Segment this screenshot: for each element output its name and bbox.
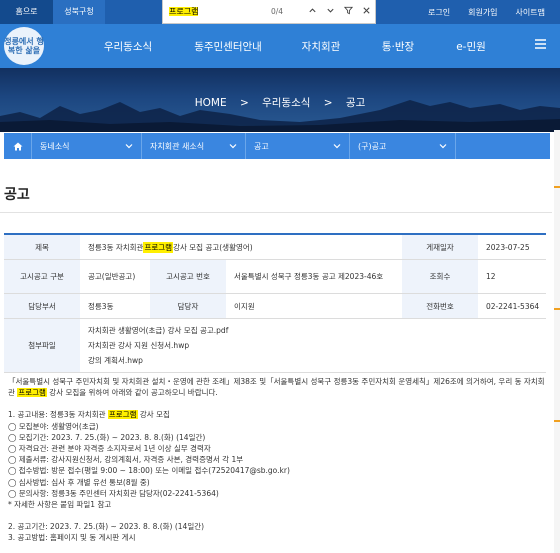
table-row: 담당부서 정릉3동 담당자 이지원 전화번호 02-2241-5364 xyxy=(4,294,546,319)
chevron-down-icon[interactable] xyxy=(326,6,335,18)
scrollbar[interactable] xyxy=(554,130,560,553)
officer: 이지원 xyxy=(234,301,255,311)
body-line: 「서울특별시 성북구 주민자치회 및 자치회관 설치・운영에 관한 조례」제38… xyxy=(8,377,545,386)
chevron-down-icon xyxy=(125,142,133,151)
close-icon[interactable] xyxy=(362,6,371,18)
district-office-link[interactable]: 성북구청 xyxy=(53,0,105,24)
table-row: 첨부파일 자치회관 생활영어(초급) 강사 모집 공고.pdf 자치회관 강사 … xyxy=(4,319,546,373)
body-line: ◯ 모집기간: 2023. 7. 25.(화) ~ 2023. 8. 8.(화)… xyxy=(8,432,206,442)
department: 정릉3동 xyxy=(88,301,114,311)
label-phone: 전화번호 xyxy=(402,294,478,318)
body-line: ◯ 접수방법: 방문 접수(평일 9:00 ~ 18:00) 또는 이메일 접수… xyxy=(8,466,290,476)
notice-category: 공고(일반공고) xyxy=(88,272,136,281)
body-line: ◯ 심사방법: 심사 후 개별 유선 통보(8월 중) xyxy=(8,477,150,487)
label-department: 담당부서 xyxy=(4,294,80,318)
subnav-dropdown-old-notice[interactable]: (구)공고 xyxy=(350,133,456,159)
filter-icon[interactable] xyxy=(343,6,354,18)
view-count: 12 xyxy=(486,272,496,281)
body-line: 1. 공고내용: 정릉3동 자치회관 프로그램 강사 모집 xyxy=(8,410,170,420)
gnb-tong-ban[interactable]: 통·반장 xyxy=(360,39,436,54)
district-logo[interactable]: 정릉에서 행복한 삶을 xyxy=(4,27,44,65)
label-title: 제목 xyxy=(4,235,80,259)
breadcrumb-current: 공고 xyxy=(345,97,366,109)
find-input[interactable]: 프로그램 xyxy=(169,6,199,17)
breadcrumb-home[interactable]: HOME xyxy=(195,97,227,109)
login-link[interactable]: 로그인 xyxy=(419,7,459,18)
table-row: 제목 정릉3동 자치회관 프로그램 강사 모집 공고(생활영어) 게재일자 20… xyxy=(4,235,546,260)
search-match-marker xyxy=(554,186,560,188)
subnav-dropdown-notice[interactable]: 공고 xyxy=(246,133,350,159)
find-in-page-bar: 프로그램 0/4 xyxy=(162,0,376,24)
phone-number: 02-2241-5364 xyxy=(486,301,540,311)
gnb-community-hall[interactable]: 자치회관 xyxy=(282,39,360,54)
subnav-dropdown-category[interactable]: 동네소식 xyxy=(32,133,142,159)
attachment-list: 자치회관 생활영어(초급) 강사 모집 공고.pdf 자치회관 강사 지원 신청… xyxy=(80,319,228,372)
notice-body: 「서울특별시 성북구 주민자치회 및 자치회관 설치・운영에 관한 조례」제38… xyxy=(8,376,554,544)
search-highlight: 프로그램 xyxy=(143,241,174,253)
notice-number: 서울특별시 성북구 정릉3동 공고 제2023-46호 xyxy=(234,272,384,281)
breadcrumb-separator: > xyxy=(323,97,333,109)
home-icon[interactable] xyxy=(4,133,32,159)
search-match-marker xyxy=(554,308,560,310)
home-link[interactable]: 홈으로 xyxy=(0,0,53,24)
table-row: 고시공고 구분 공고(일반공고) 고시공고 번호 서울특별시 성북구 정릉3동 … xyxy=(4,260,546,294)
label-notice-number: 고시공고 번호 xyxy=(150,260,226,293)
chevron-down-icon xyxy=(229,142,237,151)
find-match-count: 0/4 xyxy=(271,7,284,16)
hamburger-menu-icon[interactable] xyxy=(535,38,546,53)
breadcrumb: HOME > 우리동소식 > 공고 xyxy=(0,95,560,110)
label-officer: 담당자 xyxy=(150,294,226,318)
label-attachments: 첨부파일 xyxy=(4,319,80,372)
body-line: ◯ 모집분야: 생활영어(초급) xyxy=(8,421,99,431)
attachment-link[interactable]: 자치회관 강사 지원 신청서.hwp xyxy=(88,340,228,351)
attachment-link[interactable]: 강의 계획서.hwp xyxy=(88,355,228,366)
gnb-news[interactable]: 우리동소식 xyxy=(82,39,174,54)
signup-link[interactable]: 회원가입 xyxy=(459,7,506,18)
gnb-center-info[interactable]: 동주민센터안내 xyxy=(174,39,282,54)
body-line: 관 프로그램 강사 모집을 위하여 아래와 같이 공고하오니 바랍니다. xyxy=(8,388,218,398)
body-line: ◯ 제출서류: 강사지원신청서, 강의계획서, 자격증 사본, 경력증명서 각 … xyxy=(8,455,244,465)
body-line: 2. 공고기간: 2023. 7. 25.(화) ~ 2023. 8. 8.(화… xyxy=(8,522,205,532)
chevron-down-icon xyxy=(333,142,341,151)
search-highlight: 프로그램 xyxy=(107,410,138,420)
gnb-e-civil[interactable]: e-민원 xyxy=(436,39,506,54)
posted-date: 2023-07-25 xyxy=(486,242,530,252)
breadcrumb-news[interactable]: 우리동소식 xyxy=(262,97,310,109)
label-views: 조회수 xyxy=(402,260,478,293)
body-line: ◯ 문의사항: 정릉3동 주민센터 자치회관 담당자(02-2241-5364) xyxy=(8,488,219,498)
notice-info-table: 제목 정릉3동 자치회관 프로그램 강사 모집 공고(생활영어) 게재일자 20… xyxy=(4,233,546,373)
body-line: ◯ 자격요건: 관련 분야 자격증 소지자로서 1년 이상 실무 경력자 xyxy=(8,444,211,454)
label-category: 고시공고 구분 xyxy=(4,260,80,293)
search-match-marker xyxy=(554,420,560,422)
search-highlight: 프로그램 xyxy=(17,388,47,398)
chevron-up-icon[interactable] xyxy=(308,6,317,18)
label-posted-date: 게재일자 xyxy=(402,235,478,259)
body-line: 3. 공고방법: 홈페이지 및 동 게시판 게시 xyxy=(8,533,136,543)
page-title: 공고 xyxy=(4,187,30,203)
divider xyxy=(0,212,552,213)
breadcrumb-separator: > xyxy=(239,97,249,109)
sub-navigation: 동네소식 자치회관 새소식 공고 (구)공고 xyxy=(4,133,550,159)
global-navigation: 우리동소식 동주민센터안내 자치회관 통·반장 e-민원 xyxy=(82,24,506,68)
sitemap-link[interactable]: 사이트맵 xyxy=(507,7,554,18)
chevron-down-icon xyxy=(439,142,447,151)
notice-title: 정릉3동 자치회관 프로그램 강사 모집 공고(생활영어) xyxy=(88,241,253,253)
attachment-link[interactable]: 자치회관 생활영어(초급) 강사 모집 공고.pdf xyxy=(88,325,228,336)
subnav-dropdown-section[interactable]: 자치회관 새소식 xyxy=(142,133,246,159)
body-line: * 자세한 사항은 붙임 파일1 참고 xyxy=(8,500,112,510)
